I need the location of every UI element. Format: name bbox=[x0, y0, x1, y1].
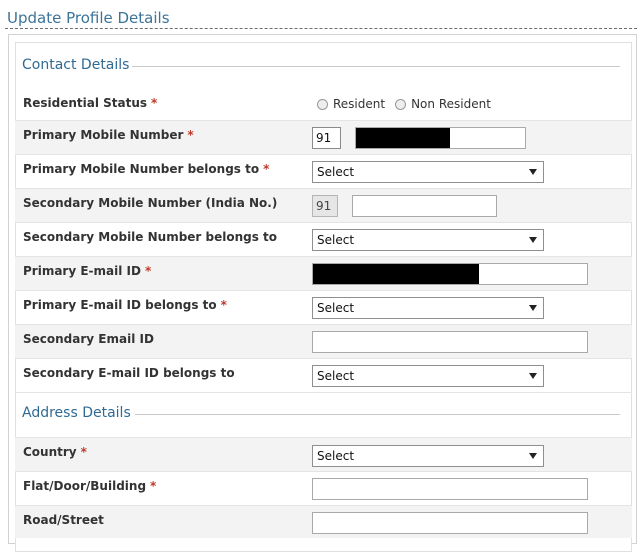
chevron-down-icon bbox=[529, 237, 537, 243]
primary-email-input[interactable] bbox=[312, 263, 588, 285]
primary-mobile-belongs-row: Primary Mobile Number belongs to * Select bbox=[15, 155, 632, 189]
secondary-mobile-belongs-row: Secondary Mobile Number belongs to Selec… bbox=[15, 223, 632, 257]
resident-radio-label[interactable]: Resident bbox=[333, 97, 385, 111]
secondary-email-belongs-row: Secondary E-mail ID belongs to Select bbox=[15, 359, 632, 393]
secondary-email-row: Secondary Email ID bbox=[15, 325, 632, 359]
secondary-mobile-country-code: 91 bbox=[312, 195, 338, 217]
road-label: Road/Street bbox=[23, 513, 104, 527]
road-row: Road/Street bbox=[15, 506, 632, 538]
residential-status-row: Residential Status * Resident Non Residen… bbox=[15, 89, 632, 121]
primary-mobile-input[interactable] bbox=[355, 127, 526, 149]
primary-mobile-row: Primary Mobile Number * 91 bbox=[15, 121, 632, 155]
country-select[interactable]: Select bbox=[312, 445, 544, 467]
contact-section-rule bbox=[132, 66, 620, 67]
residential-status-label: Residential Status * bbox=[23, 96, 158, 110]
contact-section-title: Contact Details bbox=[22, 57, 130, 73]
secondary-email-belongs-label: Secondary E-mail ID belongs to bbox=[23, 366, 235, 380]
primary-email-belongs-value: Select bbox=[317, 301, 355, 315]
country-label: Country * bbox=[23, 445, 87, 459]
country-value: Select bbox=[317, 449, 355, 463]
primary-mobile-belongs-select[interactable]: Select bbox=[312, 161, 544, 183]
flat-input[interactable] bbox=[312, 478, 588, 500]
road-input[interactable] bbox=[312, 512, 588, 534]
secondary-email-belongs-value: Select bbox=[317, 369, 355, 383]
secondary-mobile-belongs-value: Select bbox=[317, 233, 355, 247]
flat-label: Flat/Door/Building * bbox=[23, 479, 157, 493]
country-row: Country * Select bbox=[15, 437, 632, 472]
chevron-down-icon bbox=[529, 453, 537, 459]
chevron-down-icon bbox=[529, 305, 537, 311]
address-section-title: Address Details bbox=[22, 405, 131, 421]
secondary-mobile-belongs-select[interactable]: Select bbox=[312, 229, 544, 251]
chevron-down-icon bbox=[529, 169, 537, 175]
title-divider bbox=[5, 28, 637, 29]
primary-email-row: Primary E-mail ID * bbox=[15, 257, 632, 291]
secondary-mobile-belongs-label: Secondary Mobile Number belongs to bbox=[23, 230, 278, 244]
redacted-email bbox=[313, 264, 479, 284]
page-title: Update Profile Details bbox=[7, 9, 170, 27]
secondary-email-belongs-select[interactable]: Select bbox=[312, 365, 544, 387]
resident-radio[interactable] bbox=[317, 98, 328, 110]
secondary-mobile-label: Secondary Mobile Number (India No.) bbox=[23, 196, 278, 210]
address-section-rule bbox=[135, 414, 620, 415]
primary-mobile-country-code[interactable]: 91 bbox=[312, 127, 341, 149]
primary-mobile-belongs-label: Primary Mobile Number belongs to * bbox=[23, 162, 270, 176]
non-resident-radio[interactable] bbox=[395, 98, 407, 110]
residential-status-group: Resident Non Resident bbox=[317, 97, 501, 111]
primary-email-belongs-select[interactable]: Select bbox=[312, 297, 544, 319]
contact-section-heading: Contact Details bbox=[22, 54, 620, 76]
secondary-email-label: Secondary Email ID bbox=[23, 332, 154, 346]
chevron-down-icon bbox=[529, 373, 537, 379]
primary-email-label: Primary E-mail ID * bbox=[23, 264, 152, 278]
secondary-email-input[interactable] bbox=[312, 331, 588, 353]
primary-email-belongs-label: Primary E-mail ID belongs to * bbox=[23, 298, 227, 312]
secondary-mobile-input[interactable] bbox=[352, 195, 497, 217]
address-section-heading: Address Details bbox=[22, 402, 620, 424]
non-resident-radio-label[interactable]: Non Resident bbox=[411, 97, 491, 111]
secondary-mobile-row: Secondary Mobile Number (India No.) 91 bbox=[15, 189, 632, 223]
primary-email-belongs-row: Primary E-mail ID belongs to * Select bbox=[15, 291, 632, 325]
flat-row: Flat/Door/Building * bbox=[15, 472, 632, 506]
primary-mobile-belongs-value: Select bbox=[317, 165, 355, 179]
redacted-mobile-number bbox=[356, 128, 450, 148]
primary-mobile-label: Primary Mobile Number * bbox=[23, 128, 194, 142]
